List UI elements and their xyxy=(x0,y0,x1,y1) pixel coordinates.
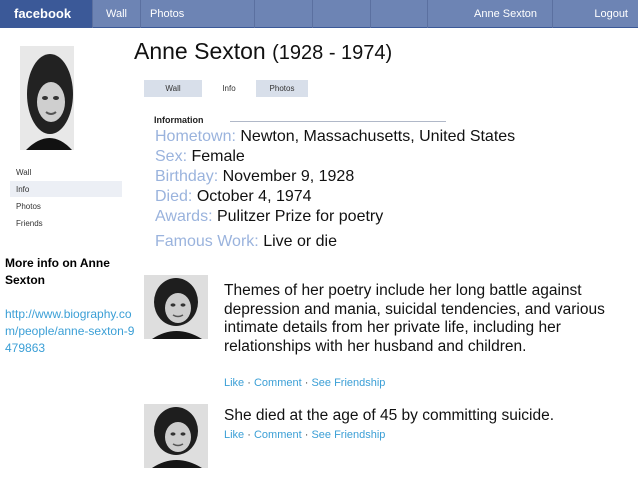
see-friendship-link[interactable]: See Friendship xyxy=(311,429,385,441)
topbar-user-name[interactable]: Anne Sexton xyxy=(428,0,553,28)
info-row-sex: Sex: Female xyxy=(155,147,625,167)
information-heading: Information xyxy=(154,115,204,125)
profile-years: (1928 - 1974) xyxy=(272,42,393,64)
info-label: Famous Work: xyxy=(155,233,259,250)
info-label: Died: xyxy=(155,188,193,205)
info-label: Birthday: xyxy=(155,168,219,185)
information-divider xyxy=(230,121,446,122)
action-separator: · xyxy=(244,429,254,441)
see-friendship-link[interactable]: See Friendship xyxy=(311,377,385,389)
info-row-birthday: Birthday: November 9, 1928 xyxy=(155,167,625,187)
leftnav-item-friends[interactable]: Friends xyxy=(10,215,122,232)
post-actions: Like · Comment · See Friendship xyxy=(224,429,385,441)
tab-photos[interactable]: Photos xyxy=(256,80,308,97)
info-value: Live or die xyxy=(263,233,338,250)
info-value: Female xyxy=(191,148,245,165)
more-info-heading: More info on Anne Sexton xyxy=(5,256,110,287)
info-label: Hometown: xyxy=(155,128,236,145)
leftnav-item-wall[interactable]: Wall xyxy=(10,164,122,181)
topbar-blank-cell xyxy=(371,0,428,28)
info-row-awards: Awards: Pulitzer Prize for poetry xyxy=(155,207,625,227)
info-row-famous-work: Famous Work: Live or die xyxy=(155,232,625,252)
topbar-blank-cell xyxy=(255,0,313,28)
portrait-photo-icon xyxy=(20,46,74,150)
post-text: Themes of her poetry include her long ba… xyxy=(224,282,605,355)
like-link[interactable]: Like xyxy=(224,429,244,441)
portrait-thumbnail-icon xyxy=(144,275,208,339)
action-separator: · xyxy=(244,377,254,389)
info-value: Pulitzer Prize for poetry xyxy=(216,208,384,225)
info-row-died: Died: October 4, 1974 xyxy=(155,187,625,207)
information-list: Hometown: Newton, Massachusetts, United … xyxy=(155,127,625,252)
info-value: Newton, Massachusetts, United States xyxy=(240,128,516,145)
portrait-thumbnail-icon xyxy=(144,404,208,468)
post-photo[interactable] xyxy=(144,275,208,339)
profile-photo[interactable] xyxy=(20,46,74,150)
post-text: She died at the age of 45 by committing … xyxy=(224,407,555,424)
topbar-wall-link[interactable]: Wall xyxy=(93,0,141,28)
tab-wall[interactable]: Wall xyxy=(144,80,202,97)
like-link[interactable]: Like xyxy=(224,377,244,389)
info-label: Awards: xyxy=(155,208,213,225)
tab-info[interactable]: Info xyxy=(202,80,256,97)
page-title: Anne Sexton (1928 - 1974) xyxy=(134,38,392,65)
action-separator: · xyxy=(301,429,312,441)
logout-link[interactable]: Logout xyxy=(553,0,638,28)
left-navigation: Wall Info Photos Friends xyxy=(10,164,122,232)
info-value: November 9, 1928 xyxy=(222,168,355,185)
post-photo[interactable] xyxy=(144,404,208,468)
facebook-logo[interactable]: facebook xyxy=(0,0,93,28)
comment-link[interactable]: Comment xyxy=(254,377,302,389)
profile-name: Anne Sexton xyxy=(134,38,266,64)
info-row-hometown: Hometown: Newton, Massachusetts, United … xyxy=(155,127,625,147)
action-separator: · xyxy=(301,377,312,389)
biography-link[interactable]: http://www.biography.com/people/anne-sex… xyxy=(5,306,135,357)
topbar-photos-link[interactable]: Photos xyxy=(141,0,255,28)
comment-link[interactable]: Comment xyxy=(254,429,302,441)
topbar-blank-cell xyxy=(313,0,371,28)
leftnav-item-info[interactable]: Info xyxy=(10,181,122,198)
post-actions: Like · Comment · See Friendship xyxy=(224,377,385,389)
info-label: Sex: xyxy=(155,148,188,165)
more-info-box: More info on Anne Sexton http://www.biog… xyxy=(5,255,135,357)
info-value: October 4, 1974 xyxy=(196,188,312,205)
leftnav-item-photos[interactable]: Photos xyxy=(10,198,122,215)
top-navigation-bar: facebook Wall Photos Anne Sexton Logout xyxy=(0,0,638,28)
